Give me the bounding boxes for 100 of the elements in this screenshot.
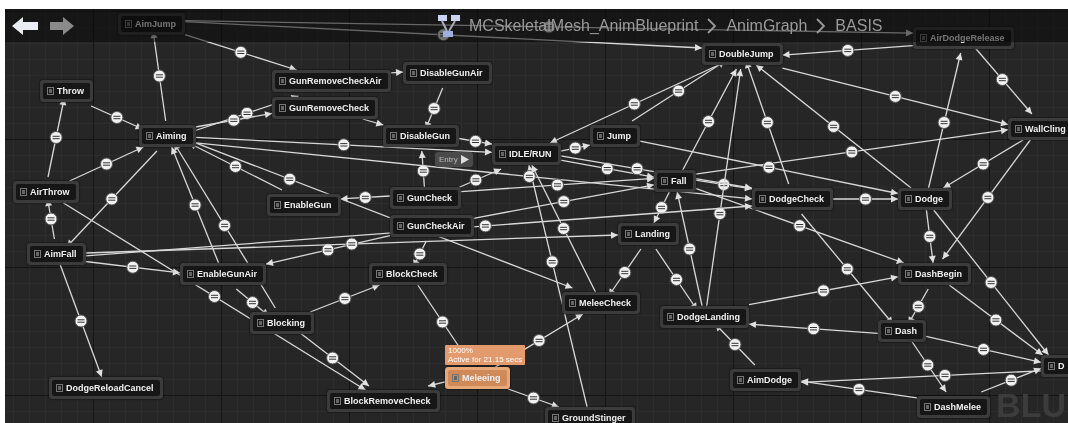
state-icon [274, 201, 281, 209]
state-node[interactable]: AimJump [118, 13, 185, 35]
state-label: Landing [635, 229, 670, 239]
state-node[interactable]: DodgeReloadCancel [49, 377, 163, 399]
state-node[interactable]: Aiming [139, 125, 196, 147]
state-icon [625, 230, 632, 238]
state-node[interactable]: MeleeCheck [562, 292, 641, 314]
state-icon [20, 188, 27, 196]
state-node[interactable]: Dodge [898, 188, 952, 210]
state-node[interactable]: DisableGun [383, 125, 459, 147]
state-icon [56, 384, 63, 392]
state-node[interactable]: DodgeCheck [752, 188, 833, 210]
entry-node[interactable]: Entry [435, 152, 473, 167]
state-node[interactable]: GroundStinger [545, 407, 635, 423]
state-label: DisableGun [400, 131, 450, 141]
state-label: GunRemoveCheckAir [289, 76, 382, 86]
state-node[interactable]: Jump [590, 125, 640, 147]
state-icon [452, 374, 459, 382]
active-time-text: Active for 21.15 secs [448, 355, 523, 364]
chevron-icon [706, 16, 719, 35]
state-icon [47, 87, 54, 95]
state-node[interactable]: EnableGun [267, 194, 341, 216]
state-icon [125, 20, 132, 28]
state-label: DodgeCheck [769, 194, 824, 204]
state-node[interactable]: GunCheck [390, 187, 461, 209]
play-icon [460, 155, 469, 164]
state-label: AirDodgeRelease [930, 33, 1005, 43]
state-label: BlockCheck [386, 269, 438, 279]
state-icon [34, 250, 41, 258]
state-label: Dash [895, 326, 917, 336]
state-node[interactable]: DashMelee [917, 396, 991, 418]
entry-label: Entry [439, 155, 458, 164]
state-label: DisableGunAir [420, 68, 483, 78]
state-node[interactable]: DisableGunAir [403, 62, 492, 84]
state-icon [410, 69, 417, 77]
state-node[interactable]: Fall [654, 170, 696, 192]
state-node[interactable]: GunCheckAir [390, 215, 474, 237]
state-node[interactable]: DoubleJump [702, 43, 783, 65]
state-node[interactable]: BlockRemoveCheck [327, 390, 440, 412]
state-node[interactable]: DodgeLanding [660, 306, 749, 328]
back-arrow-icon[interactable] [11, 15, 39, 36]
state-icon [597, 132, 604, 140]
state-label: DashMelee [934, 402, 982, 412]
graph-icon [437, 13, 461, 38]
state-icon [905, 270, 912, 278]
state-icon [552, 414, 559, 422]
state-label: IDLE/RUN [509, 149, 552, 159]
state-node[interactable]: EnableGunAir [180, 263, 266, 285]
state-label: MeleeCheck [579, 298, 632, 308]
state-icon [737, 376, 744, 384]
state-node[interactable]: DashBegin [898, 263, 971, 285]
state-label: Meleeing [462, 373, 501, 383]
state-node[interactable]: IDLE/RUN [492, 143, 561, 165]
state-label: AirThrow [30, 187, 70, 197]
state-node[interactable]: AirThrow [13, 181, 79, 203]
state-node[interactable]: GunRemoveCheckAir [272, 70, 391, 92]
state-node[interactable]: Throw [40, 80, 93, 102]
state-icon [905, 195, 912, 203]
breadcrumb-link[interactable]: AnimGraph [726, 16, 808, 35]
state-label: WallCling [1025, 124, 1066, 134]
state-label: AimJump [135, 19, 176, 29]
state-node[interactable]: Blocking [250, 312, 314, 334]
state-icon [376, 270, 383, 278]
state-label: Fall [671, 176, 687, 186]
state-label: GroundStinger [562, 413, 626, 423]
state-icon [885, 327, 892, 335]
state-node[interactable]: D [1041, 355, 1068, 377]
state-label: EnableGun [284, 200, 332, 210]
state-icon [759, 195, 766, 203]
state-icon [1048, 362, 1055, 370]
state-icon [279, 104, 286, 112]
graph-canvas[interactable] [5, 9, 1068, 423]
state-node[interactable]: AirDodgeRelease [913, 27, 1014, 49]
state-label: DashBegin [915, 269, 962, 279]
state-icon [569, 299, 576, 307]
state-node[interactable]: GunRemoveCheck [272, 97, 379, 119]
state-icon [709, 50, 716, 58]
state-icon [390, 132, 397, 140]
state-icon [279, 77, 286, 85]
state-node[interactable]: Landing [618, 223, 679, 245]
state-icon [187, 270, 194, 278]
state-icon [1015, 125, 1022, 133]
transition-arrow [362, 118, 384, 127]
state-label: AimFall [44, 249, 77, 259]
state-label: DodgeLanding [677, 312, 740, 322]
forward-arrow-icon[interactable] [49, 15, 75, 36]
breadcrumb-link[interactable]: BASIS [835, 16, 883, 35]
state-node[interactable]: WallCling [1008, 118, 1068, 140]
state-node[interactable]: AimFall [27, 243, 86, 265]
state-icon [334, 397, 341, 405]
state-label: AimDodge [747, 375, 792, 385]
state-node[interactable]: AimDodge [730, 369, 801, 391]
state-icon [397, 194, 404, 202]
state-node[interactable]: BlockCheck [369, 263, 447, 285]
state-label: Jump [607, 131, 631, 141]
state-node[interactable]: Dash [878, 320, 926, 342]
state-label: GunRemoveCheck [289, 103, 370, 113]
state-label: DodgeReloadCancel [66, 383, 154, 393]
state-label: Throw [57, 86, 84, 96]
state-label: Dodge [915, 194, 943, 204]
